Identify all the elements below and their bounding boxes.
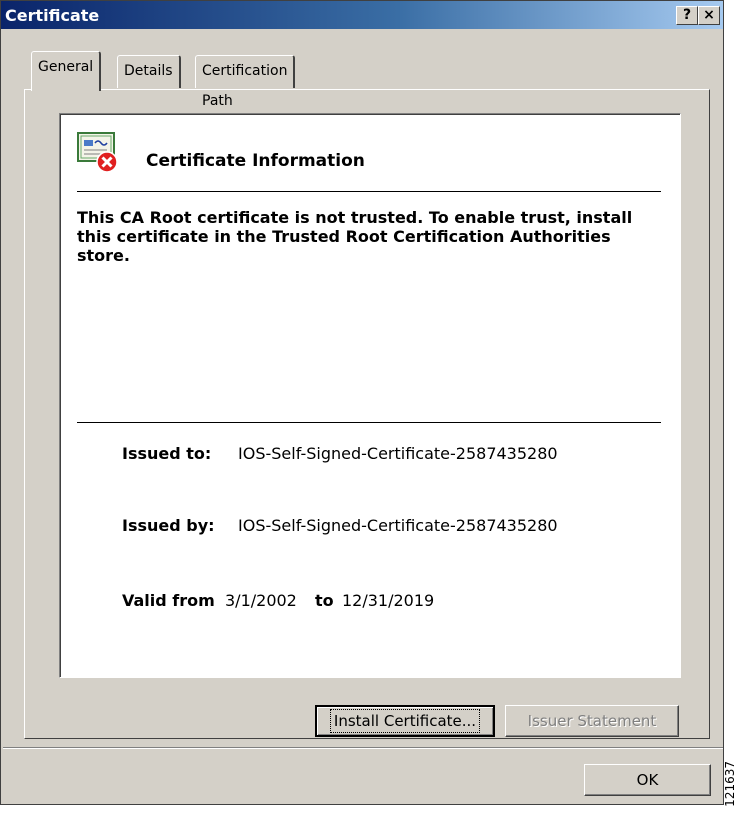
help-button[interactable]: ?: [676, 6, 698, 25]
valid-from-value: 3/1/2002: [225, 591, 297, 610]
info-heading: Certificate Information: [146, 151, 365, 171]
valid-to-label: to: [315, 591, 334, 610]
valid-to-value: 12/31/2019: [342, 591, 435, 610]
tab-details[interactable]: Details: [117, 55, 181, 88]
valid-from-label: Valid from: [122, 591, 215, 610]
divider-top: [77, 191, 661, 192]
window-title: Certificate: [5, 6, 100, 25]
issued-by-label: Issued by:: [122, 516, 215, 535]
certificate-error-icon: [77, 132, 118, 173]
title-bar[interactable]: Certificate ? ×: [1, 1, 723, 29]
install-certificate-button[interactable]: Install Certificate...: [315, 705, 495, 737]
footer-separator: [3, 747, 723, 749]
divider-bottom: [77, 422, 661, 423]
trust-message: This CA Root certificate is not trusted.…: [77, 208, 633, 265]
tab-certification-path[interactable]: Certification Path: [195, 55, 296, 109]
issued-by-value: IOS-Self-Signed-Certificate-2587435280: [238, 516, 558, 535]
ok-button[interactable]: OK: [584, 764, 711, 796]
issued-to-label: Issued to:: [122, 444, 212, 463]
tab-general[interactable]: General: [31, 51, 102, 91]
close-button[interactable]: ×: [698, 6, 720, 25]
close-icon: ×: [703, 7, 715, 23]
issuer-statement-button[interactable]: Issuer Statement: [505, 705, 679, 737]
issued-to-value: IOS-Self-Signed-Certificate-2587435280: [238, 444, 558, 463]
figure-id: 121637: [723, 761, 737, 807]
install-certificate-label: Install Certificate...: [329, 709, 481, 733]
certificate-dialog: Certificate ? × General Details Certific…: [0, 0, 724, 805]
